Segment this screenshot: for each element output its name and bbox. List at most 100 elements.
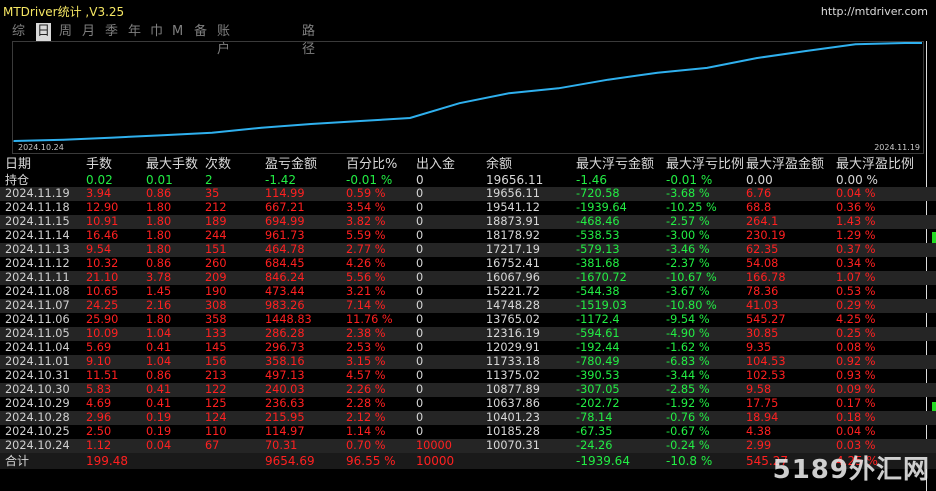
tab-7[interactable]: M (172, 23, 183, 41)
cell-count: 209 (205, 271, 227, 284)
window-title: MTDriver统计 ,V3.25 (3, 5, 125, 19)
cell-balance: 11375.02 (486, 369, 540, 382)
table-row[interactable]: 2024.11.08 10.65 1.45 190 473.44 3.21 % 0 15221… (0, 285, 936, 299)
cell-count: 190 (205, 285, 227, 298)
table-row[interactable]: 2024.11.05 10.09 1.04 133 286.28 2.38 % 0 12316… (0, 327, 936, 341)
table-row[interactable]: 2024.11.06 25.90 1.80 358 1448.83 11.76 % 0 137… (0, 313, 936, 327)
cell-pct: 2.12 % (346, 411, 386, 424)
cell-pct: 1.14 % (346, 425, 386, 438)
table-row[interactable]: 2024.11.01 9.10 1.04 156 358.16 3.15 % 0 11733.… (0, 355, 936, 369)
cell-date: 2024.10.30 (5, 383, 70, 396)
cell-pct: 4.26 % (346, 257, 386, 270)
equity-point (260, 126, 263, 129)
cell-max-float-loss-pct: -0.67 % (666, 425, 710, 438)
table-row[interactable]: 2024.11.14 16.46 1.80 244 961.73 5.59 % 0 18178… (0, 229, 936, 243)
cell-pnl: 464.78 (265, 243, 305, 256)
holding-count: 2 (205, 173, 213, 187)
cell-max-float-profit: 54.08 (746, 257, 779, 270)
column-header[interactable]: 次数 (205, 157, 231, 173)
cell-max-lots: 0.86 (146, 257, 172, 270)
column-header[interactable]: 百分比% (346, 157, 397, 173)
tab-8[interactable]: 备 (194, 23, 207, 41)
equity-point (211, 131, 213, 134)
cell-max-float-loss: -202.72 (576, 397, 620, 410)
cell-flow: 0 (416, 243, 424, 256)
tab-6[interactable]: 巾 (150, 23, 163, 41)
holding-row[interactable]: 持仓 0.02 0.01 2 -1.42 -0.01 % 0 19656.11 … (0, 173, 936, 187)
cell-lots: 3.94 (86, 187, 112, 200)
equity-point (755, 57, 758, 59)
cell-max-lots: 1.80 (146, 243, 172, 256)
column-header[interactable]: 余额 (486, 157, 512, 173)
tab-5[interactable]: 年 (128, 23, 141, 41)
cell-pct: 2.28 % (346, 397, 386, 410)
table-row[interactable]: 2024.11.07 24.25 2.16 308 983.26 7.14 % 0 14748… (0, 299, 936, 313)
cell-max-float-loss: -24.26 (576, 439, 613, 452)
table-row[interactable]: 2024.11.04 5.69 0.41 145 296.73 2.53 % 0 12029.… (0, 341, 936, 355)
equity-point (409, 117, 411, 119)
column-header[interactable]: 最大浮亏金额 (576, 157, 654, 173)
cell-max-float-profit-pct: 0.04 % (836, 425, 876, 438)
total-pct: 96.55 % (346, 454, 396, 468)
column-header[interactable]: 最大浮盈比例 (836, 157, 914, 173)
cell-pnl: 473.44 (265, 285, 305, 298)
tab-1[interactable]: 日 (36, 23, 52, 41)
tab-2[interactable]: 周 (59, 23, 72, 41)
cell-max-float-loss-pct: -3.67 % (666, 285, 710, 298)
cell-max-lots: 1.80 (146, 229, 172, 242)
tab-4[interactable]: 季 (105, 23, 118, 41)
cell-pnl: 240.03 (265, 383, 305, 396)
cell-pct: 5.59 % (346, 229, 386, 242)
table-row[interactable]: 2024.11.11 21.10 3.78 209 846.24 5.56 % 0 16067… (0, 271, 936, 285)
column-header[interactable]: 盈亏金额 (265, 157, 317, 173)
cell-balance: 10637.86 (486, 397, 540, 410)
chart-start-date: 2024.10.24 (18, 143, 64, 152)
tab-0[interactable]: 综 (12, 23, 25, 41)
table-row[interactable]: 2024.10.25 2.50 0.19 110 114.97 1.14 % 0 10185.… (0, 425, 936, 439)
equity-point (854, 43, 857, 45)
table-row[interactable]: 2024.11.13 9.54 1.80 151 464.78 2.77 % 0 17217.… (0, 243, 936, 257)
cell-date: 2024.10.29 (5, 397, 70, 410)
table-row[interactable]: 2024.11.12 10.32 0.86 260 684.45 4.26 % 0 16752… (0, 257, 936, 271)
cell-pnl: 114.97 (265, 425, 305, 438)
cell-count: 358 (205, 313, 227, 326)
column-header[interactable]: 最大手数 (146, 157, 198, 173)
cell-pnl: 667.21 (265, 201, 305, 214)
cell-flow: 10000 (416, 439, 452, 452)
table-row[interactable]: 2024.10.31 11.51 0.86 213 497.13 4.57 % 0 11375… (0, 369, 936, 383)
cell-lots: 10.65 (86, 285, 119, 298)
cell-max-float-loss-pct: -10.67 % (666, 271, 717, 284)
column-header[interactable]: 日期 (5, 157, 31, 173)
table-row[interactable]: 2024.10.30 5.83 0.41 122 240.03 2.26 % 0 10877.… (0, 383, 936, 397)
cell-max-float-profit-pct: 0.08 % (836, 341, 876, 354)
cell-max-lots: 1.80 (146, 215, 172, 228)
tab-3[interactable]: 月 (82, 23, 95, 41)
cell-max-float-profit-pct: 0.04 % (836, 187, 876, 200)
cell-pct: 0.59 % (346, 187, 386, 200)
cell-pnl: 1448.83 (265, 313, 312, 326)
equity-point (706, 67, 708, 69)
table-row[interactable]: 2024.11.19 3.94 0.86 35 114.99 0.59 % 0 19656.1… (0, 187, 936, 201)
equity-point (62, 139, 65, 141)
cell-max-float-profit: 264.1 (746, 215, 779, 228)
cell-balance: 11733.18 (486, 355, 540, 368)
cell-count: 133 (205, 327, 227, 340)
cell-lots: 10.91 (86, 215, 119, 228)
cell-max-float-profit: 41.03 (746, 299, 779, 312)
cell-max-float-profit: 6.76 (746, 187, 772, 200)
cell-flow: 0 (416, 229, 424, 242)
total-max-float-loss-pct: -10.8 % (666, 454, 713, 468)
cell-date: 2024.11.04 (5, 341, 70, 354)
column-header[interactable]: 出入金 (416, 157, 455, 173)
cell-max-float-loss: -594.61 (576, 327, 620, 340)
column-header[interactable]: 最大浮亏比例 (666, 157, 744, 173)
table-row[interactable]: 2024.11.18 12.90 1.80 212 667.21 3.54 % 0 19541… (0, 201, 936, 215)
column-header[interactable]: 最大浮盈金额 (746, 157, 824, 173)
cell-max-float-loss: -390.53 (576, 369, 620, 382)
column-header[interactable]: 手数 (86, 157, 112, 173)
table-row[interactable]: 2024.11.15 10.91 1.80 189 694.99 3.82 % 0 18873… (0, 215, 936, 229)
cell-pct: 3.21 % (346, 285, 386, 298)
table-row[interactable]: 2024.10.29 4.69 0.41 125 236.63 2.28 % 0 10637.… (0, 397, 936, 411)
table-row[interactable]: 2024.10.28 2.96 0.19 124 215.95 2.12 % 0 10401.… (0, 411, 936, 425)
website-link[interactable]: http://mtdriver.com (821, 5, 928, 18)
